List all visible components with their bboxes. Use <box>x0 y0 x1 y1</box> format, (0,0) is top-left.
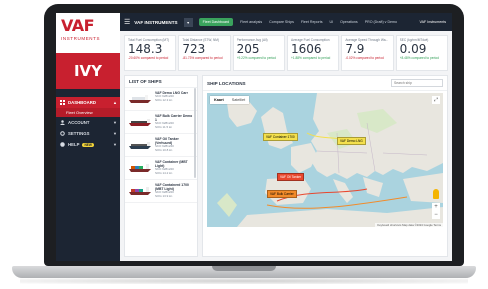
tab-fleet-dashboard[interactable]: Fleet Dashboard <box>198 18 234 26</box>
logo-subtext: INSTRUMENTS <box>61 36 101 41</box>
kpi-value: 0.09 <box>399 42 427 56</box>
sidebar-item-label: DASHBOARD <box>68 100 96 105</box>
ship-meta: SOG 13.9 kn <box>155 193 173 198</box>
chevron-down-icon: ▼ <box>113 142 117 147</box>
new-badge: NEW <box>82 142 94 147</box>
tab-pro-demo[interactable]: PRO (Draft) v Demo <box>365 20 397 24</box>
chevron-up-icon: ▲ <box>113 100 117 105</box>
gear-icon <box>60 131 65 136</box>
ship-meta: SOG 14.2 kn <box>155 170 173 175</box>
zoom-control: + − <box>432 203 440 219</box>
route-label[interactable]: VAF Oil Tanker <box>277 173 305 181</box>
sidebar-item-label: HELP <box>68 142 80 147</box>
tab-ui[interactable]: UI <box>330 20 334 24</box>
kpi-value: 1606 <box>290 42 322 56</box>
ship-thumbnail-icon <box>129 95 151 103</box>
laptop-mockup: VAF INSTRUMENTS IVY DASHBOARD ▲ Fleet Ov… <box>0 0 488 289</box>
ship-thumbnail-icon <box>129 164 151 172</box>
kpi-card: Total Fuel Consumption (MT) 148.3 -20.60… <box>124 35 177 71</box>
list-item[interactable]: VAF Demo LNG Carr SKO 9281220 SOG 12.3 k… <box>125 88 197 111</box>
app-screen: VAF INSTRUMENTS IVY DASHBOARD ▲ Fleet Ov… <box>56 13 452 261</box>
app-title: VAF INSTRUMENTS <box>134 19 178 25</box>
ship-locations-panel: SHIP LOCATIONS Search ship VAF Container… <box>202 75 448 257</box>
tab-operations[interactable]: Operations <box>340 20 358 24</box>
map-type-satellite[interactable]: Satelliet <box>228 96 250 104</box>
sidebar-item-dashboard[interactable]: DASHBOARD ▲ <box>56 97 120 108</box>
chevron-down-icon[interactable]: ▾ <box>183 17 193 27</box>
ship-thumbnail-icon <box>129 142 151 149</box>
kpi-card: Total Distance (STW, NM) 723 -81.73% com… <box>178 35 231 71</box>
kpi-card: Performance Avg (All) 205 +9.22% compare… <box>232 35 285 71</box>
scrollbar[interactable] <box>194 88 196 178</box>
kpi-value: 7.9 <box>345 42 365 56</box>
route-label[interactable]: VAF Bulk Carrier <box>267 190 297 198</box>
map-header: SHIP LOCATIONS <box>203 76 447 91</box>
user-icon <box>60 120 65 125</box>
ship-meta: SOG 12.3 kn <box>155 97 173 102</box>
top-header: ☰ VAF INSTRUMENTS ▾ Fleet Dashboard Flee… <box>120 13 452 31</box>
map-type-map[interactable]: Kaart <box>210 96 228 104</box>
chevron-down-icon: ▼ <box>113 131 117 136</box>
kpi-delta: -0.02% compared to period <box>345 56 384 60</box>
kpi-value: 205 <box>236 42 260 56</box>
chevron-down-icon: ▼ <box>113 120 117 125</box>
tab-compare-ships[interactable]: Compare Ships <box>269 20 294 24</box>
ship-meta: SOG 10.8 kn <box>155 147 173 152</box>
sidebar-nav: DASHBOARD ▲ Fleet Overview ACCOUNT ▼ SET… <box>56 97 120 150</box>
tab-fleet-analysis[interactable]: Fleet analysis <box>240 20 262 24</box>
sidebar-item-label: ACCOUNT <box>68 120 90 125</box>
logo-text: VAF <box>61 16 95 35</box>
kpi-delta: +8.48% compared to period <box>399 56 439 60</box>
kpi-delta: +1.88% compared to period <box>290 56 331 60</box>
dashboard-icon <box>60 100 65 105</box>
list-item[interactable]: VAF Containerd 1700 (MBT Light) SKO 9281… <box>125 180 197 203</box>
laptop-notch <box>212 266 276 271</box>
map-attribution: Keyboard shortcuts Map data ©2024 Google… <box>375 223 443 227</box>
search-input[interactable] <box>391 79 443 87</box>
street-view-icon[interactable] <box>433 189 439 199</box>
fullscreen-icon[interactable]: ⤢ <box>432 96 440 104</box>
sidebar: VAF INSTRUMENTS IVY DASHBOARD ▲ Fleet Ov… <box>56 13 120 261</box>
kpi-value: 148.3 <box>128 42 163 56</box>
route-label[interactable]: VAF Demo LNG <box>337 137 366 145</box>
panel-title: SHIP LOCATIONS <box>207 80 246 86</box>
map-type-toggle: Kaart Satelliet <box>210 96 250 104</box>
sidebar-item-settings[interactable]: SETTINGS ▼ <box>56 128 120 139</box>
map-view[interactable]: VAF Container 1700 VAF Oil Tanker VAF Bu… <box>207 93 443 227</box>
ship-thumbnail-icon <box>129 187 151 195</box>
client-name: IVY <box>56 53 120 89</box>
list-item[interactable]: VAF Container (MBT Light) SKO 9281220 SO… <box>125 157 197 180</box>
list-item[interactable]: VAF Bulk Carrier Demo 1 SKO 9281220 SOG … <box>125 111 197 134</box>
ship-meta: SOG 11.5 kn <box>155 124 173 129</box>
panel-title: LIST OF SHIPS <box>125 76 197 88</box>
vessel-selector[interactable]: VAF Instruments <box>420 20 447 24</box>
ship-list-panel: LIST OF SHIPS VAF Demo LNG Carr SKO 9281… <box>124 75 198 257</box>
zoom-in-button[interactable]: + <box>432 203 440 211</box>
zoom-out-button[interactable]: − <box>432 211 440 219</box>
help-icon <box>60 142 65 147</box>
tab-fleet-reports[interactable]: Fleet Reports <box>301 20 323 24</box>
vaf-logo[interactable]: VAF INSTRUMENTS <box>56 13 120 53</box>
sidebar-item-fleet-overview[interactable]: Fleet Overview <box>56 108 120 117</box>
kpi-card: SEC (kg/nm/MTdwt) 0.09 +8.48% compared t… <box>395 35 448 71</box>
kpi-card: Average Speed Through Wa... 7.9 -0.02% c… <box>341 35 394 71</box>
laptop-shadow <box>20 278 468 284</box>
sidebar-item-label: Fleet Overview <box>66 110 93 115</box>
sidebar-item-label: SETTINGS <box>68 131 90 136</box>
kpi-value: 723 <box>182 42 206 56</box>
kpi-card: Average Fuel Consumption 1606 +1.88% com… <box>286 35 340 71</box>
sidebar-item-help[interactable]: HELP NEW ▼ <box>56 139 120 150</box>
kpi-delta: -81.73% compared to period <box>182 56 223 60</box>
route-label[interactable]: VAF Container 1700 <box>263 133 298 141</box>
ship-thumbnail-icon <box>129 119 151 126</box>
kpi-delta: -20.60% compared to period <box>128 56 169 60</box>
kpi-row: Total Fuel Consumption (MT) 148.3 -20.60… <box>124 35 448 71</box>
kpi-delta: +9.22% compared to period <box>236 56 276 60</box>
list-item[interactable]: VAF Oil Tanker (Verhuurd) SKO 9281220 SO… <box>125 134 197 157</box>
menu-icon[interactable]: ☰ <box>124 18 130 26</box>
europe-map <box>217 93 443 227</box>
sidebar-item-account[interactable]: ACCOUNT ▼ <box>56 117 120 128</box>
